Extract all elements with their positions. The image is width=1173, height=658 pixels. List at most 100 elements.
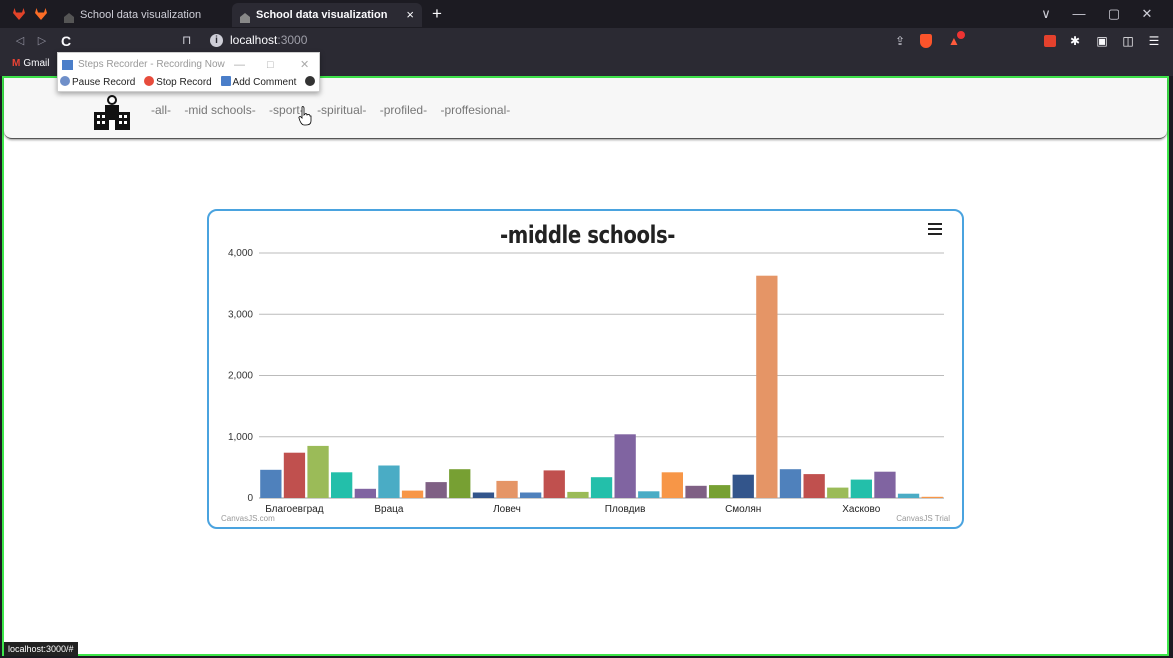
nav-link-profiled[interactable]: -profiled- [380, 103, 427, 117]
site-info-icon[interactable]: i [210, 34, 223, 47]
x-tick-label: Ловеч [493, 504, 521, 515]
canvasjs-trial-label: CanvasJS Trial [896, 514, 950, 523]
x-tick-label: Смолян [725, 504, 761, 515]
chart-container: -middle schools- 0 1,000 2,000 3,000 4,000 Бл… [207, 209, 964, 529]
nav-link-mid-schools[interactable]: -mid schools- [184, 103, 255, 117]
minimize-button[interactable]: — [1068, 5, 1090, 23]
recorder-close-button[interactable]: ✕ [300, 56, 309, 74]
share-icon[interactable]: ⇪ [892, 33, 908, 49]
chart-bar[interactable] [567, 491, 589, 498]
status-bar-url: localhost:3000/# [4, 642, 78, 656]
notification-badge [957, 31, 965, 39]
nav-link-spiritual[interactable]: -spiritual- [317, 103, 366, 117]
chart-bar[interactable] [307, 445, 329, 498]
chart-bar[interactable] [756, 275, 778, 498]
chart-bar[interactable] [638, 491, 660, 498]
hand-cursor-icon [298, 106, 312, 126]
chart-bar[interactable] [827, 487, 849, 498]
chart-bar[interactable] [590, 477, 613, 498]
menu-icon[interactable]: ☰ [1146, 33, 1162, 49]
tab-title: School data visualization [80, 9, 202, 21]
chart-bar[interactable] [260, 469, 282, 498]
x-tick-label: Пловдив [605, 504, 646, 515]
chart-bar[interactable] [496, 480, 518, 498]
chart-bar[interactable] [283, 452, 306, 498]
chart-bar[interactable] [472, 492, 495, 499]
chart-bar[interactable] [425, 482, 447, 498]
school-favicon-icon [239, 9, 251, 23]
chart-bar[interactable] [921, 496, 943, 498]
recorder-title: Steps Recorder - Recording Now [78, 59, 225, 70]
pause-icon [60, 76, 70, 86]
gitlab-icon[interactable] [34, 7, 48, 21]
gmail-icon: M [12, 58, 21, 69]
chart-bar[interactable] [897, 493, 920, 498]
y-tick-label: 1,000 [228, 432, 253, 443]
school-building-icon[interactable] [92, 94, 132, 130]
tab-title: School data visualization [256, 9, 388, 21]
recorder-maximize-button[interactable]: □ [267, 56, 274, 74]
bookmark-gmail[interactable]: M Gmail [12, 58, 49, 69]
wallet-icon[interactable]: ◫ [1120, 33, 1136, 49]
new-tab-button[interactable]: + [428, 3, 446, 27]
y-tick-label: 0 [247, 493, 253, 504]
close-window-button[interactable]: ✕ [1136, 5, 1158, 23]
recorder-titlebar[interactable]: Steps Recorder - Recording Now — □ ✕ [62, 56, 316, 74]
canvasjs-credit[interactable]: CanvasJS.com [221, 514, 275, 523]
comment-icon [220, 76, 231, 86]
reload-button[interactable]: C [58, 32, 74, 50]
x-tick-label: Враца [374, 504, 404, 515]
stop-icon [144, 76, 155, 86]
address-bar[interactable]: ⊓ i localhost:3000 [180, 31, 980, 51]
brave-shield-icon[interactable] [918, 34, 934, 50]
add-comment-button[interactable]: Add Comment [220, 76, 296, 88]
y-tick-label: 4,000 [228, 248, 253, 259]
chart-bar[interactable] [661, 472, 683, 498]
nav-link-proffesional[interactable]: -proffesional- [440, 103, 510, 117]
chart-bar[interactable] [401, 490, 424, 498]
x-tick-label: Хасково [842, 504, 880, 515]
forward-button[interactable]: ▷ [34, 32, 50, 50]
steps-recorder-window: Steps Recorder - Recording Now — □ ✕ Pau… [57, 52, 320, 92]
restore-button[interactable]: ▢ [1103, 5, 1125, 23]
page-content: -all- -mid schools- -sport- -spiritual- … [2, 76, 1169, 656]
stop-record-button[interactable]: Stop Record [144, 76, 212, 88]
chart-bar[interactable] [543, 470, 565, 498]
chart-bar[interactable] [354, 488, 376, 498]
y-tick-label: 2,000 [228, 371, 253, 382]
bar-chart: 01,0002,0003,0004,000Благоевград Враца Лов… [228, 248, 944, 515]
sidebar-icon[interactable]: ▣ [1094, 33, 1110, 49]
help-button[interactable] [305, 76, 317, 88]
chart-bar[interactable] [449, 469, 471, 498]
browser-toolbar: ◁ ▷ C ⊓ i localhost:3000 ⇪ ▲ ✱ ▣ ◫ ☰ [0, 28, 1173, 54]
back-button[interactable]: ◁ [12, 32, 28, 50]
gitlab-icon[interactable] [12, 7, 26, 21]
chart-bar[interactable] [685, 485, 707, 499]
chart-bar[interactable] [874, 471, 896, 498]
tab-school-data-inactive[interactable]: School data visualization [56, 3, 232, 27]
pause-record-button[interactable]: Pause Record [60, 76, 135, 88]
browser-window: School data visualization School data vi… [0, 0, 1173, 658]
bookmark-icon[interactable]: ⊓ [182, 33, 191, 47]
tab-list-dropdown-icon[interactable]: ∨ [1035, 5, 1057, 23]
chart-bar[interactable] [779, 469, 802, 498]
nav-link-all[interactable]: -all- [151, 103, 171, 117]
steps-recorder-icon [62, 60, 73, 70]
help-icon [305, 76, 316, 86]
chart-bar[interactable] [520, 492, 542, 499]
chart-bar[interactable] [331, 472, 353, 498]
chart-bar[interactable] [850, 479, 872, 498]
close-icon[interactable]: × [406, 3, 414, 27]
chart-bar[interactable] [732, 474, 754, 498]
url-text[interactable]: localhost:3000 [230, 33, 307, 47]
extension-red-icon[interactable] [1042, 33, 1058, 49]
recorder-minimize-button[interactable]: — [234, 56, 245, 74]
chart-bar[interactable] [614, 434, 636, 498]
recorder-toolbar: Pause Record Stop Record Add Comment [60, 76, 323, 91]
tab-strip: School data visualization School data vi… [0, 0, 1173, 28]
chart-bar[interactable] [709, 485, 731, 498]
chart-bar[interactable] [803, 474, 825, 498]
tab-school-data-active[interactable]: School data visualization × [232, 3, 422, 27]
chart-bar[interactable] [378, 465, 400, 499]
puzzle-icon[interactable]: ✱ [1067, 33, 1083, 49]
